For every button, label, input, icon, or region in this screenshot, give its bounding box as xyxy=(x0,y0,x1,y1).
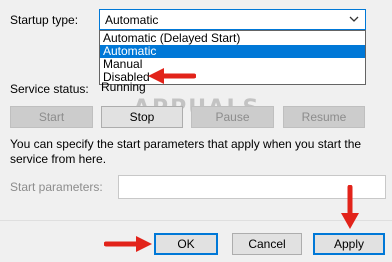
service-status-label: Service status: xyxy=(10,82,89,96)
service-status-value: Running xyxy=(101,80,146,94)
annotation-arrow-icon xyxy=(341,185,359,229)
startup-type-dropdown-list: Automatic (Delayed Start) Automatic Manu… xyxy=(99,30,366,85)
stop-button[interactable]: Stop xyxy=(101,106,183,128)
start-button[interactable]: Start xyxy=(10,106,93,128)
startup-type-value: Automatic xyxy=(105,13,159,27)
pause-button[interactable]: Pause xyxy=(191,106,274,128)
startup-type-label: Startup type: xyxy=(10,13,79,27)
apply-button[interactable]: Apply xyxy=(313,233,385,255)
resume-button[interactable]: Resume xyxy=(283,106,365,128)
help-text: You can specify the start parameters tha… xyxy=(10,137,362,166)
start-parameters-label: Start parameters: xyxy=(10,180,103,194)
annotation-arrow-icon xyxy=(148,68,196,84)
cancel-button[interactable]: Cancel xyxy=(232,233,302,255)
chevron-down-icon[interactable] xyxy=(348,12,360,26)
ok-button[interactable]: OK xyxy=(154,233,218,255)
startup-type-combobox[interactable]: Automatic xyxy=(99,9,366,30)
annotation-arrow-icon xyxy=(104,236,152,252)
